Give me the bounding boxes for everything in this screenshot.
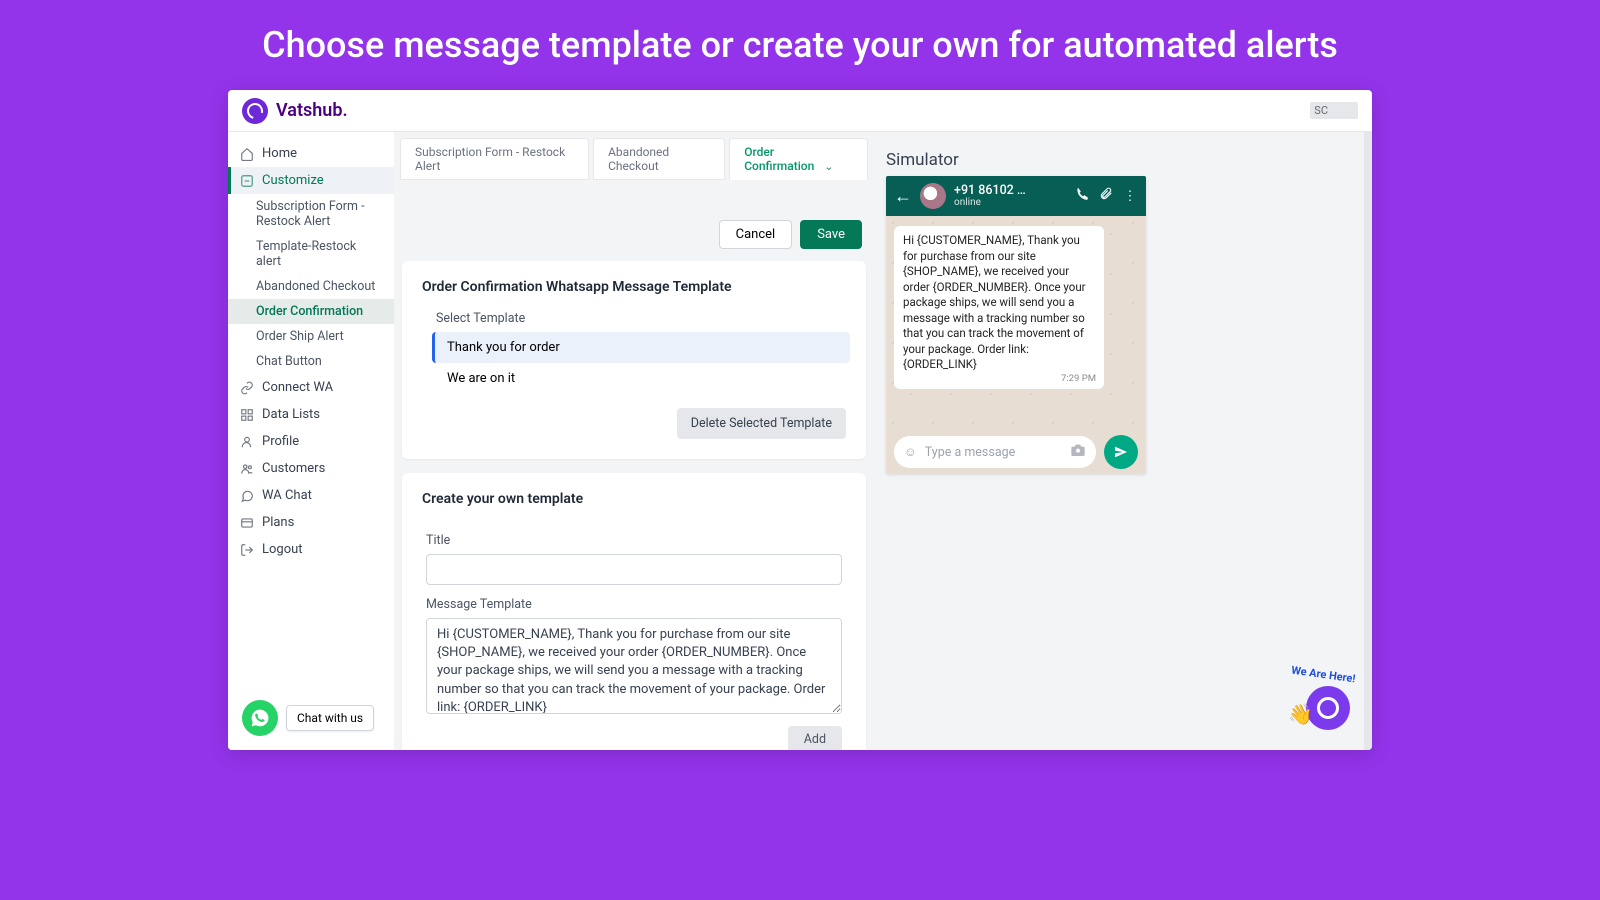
whatsapp-icon — [242, 700, 278, 736]
nav-wachat-label: WA Chat — [262, 488, 312, 503]
nav-wachat[interactable]: WA Chat — [228, 482, 394, 509]
nav-profile[interactable]: Profile — [228, 428, 394, 455]
nav-home-label: Home — [262, 146, 297, 161]
card-icon — [240, 516, 254, 530]
nav-customers-label: Customers — [262, 461, 325, 476]
wa-placeholder: Type a message — [925, 445, 1062, 460]
message-bubble: Hi {CUSTOMER_NAME}, Thank you for purcha… — [894, 226, 1104, 389]
wa-header: ← +91 86102 … online ⋮ — [886, 176, 1146, 216]
title-input[interactable] — [426, 554, 842, 585]
message-field-label: Message Template — [426, 597, 842, 612]
tab-abandoned[interactable]: Abandoned Checkout — [593, 138, 725, 180]
more-icon[interactable]: ⋮ — [1122, 189, 1138, 204]
help-widget[interactable]: 👋 We Are Here! — [1306, 686, 1350, 730]
link-icon — [240, 381, 254, 395]
brand-logo-icon — [242, 98, 268, 124]
logout-icon — [240, 543, 254, 557]
add-template-button[interactable]: Add — [788, 726, 842, 750]
nav-home[interactable]: Home — [228, 140, 394, 167]
camera-icon[interactable] — [1070, 442, 1086, 462]
tab-order-confirmation[interactable]: Order Confirmation — [729, 138, 868, 180]
nav-plans[interactable]: Plans — [228, 509, 394, 536]
whatsapp-preview: ← +91 86102 … online ⋮ — [886, 176, 1146, 474]
wa-text-input[interactable]: ☺ Type a message — [894, 436, 1096, 468]
create-template-card: Create your own template Title Message T… — [402, 473, 866, 750]
user-icon — [240, 435, 254, 449]
nav-sub-order-confirmation[interactable]: Order Confirmation — [228, 299, 394, 324]
template-list: Thank you for order We are on it — [432, 332, 850, 394]
contact-status: online — [954, 197, 1066, 208]
card2-title: Create your own template — [422, 491, 846, 507]
nav-sub-abandoned[interactable]: Abandoned Checkout — [228, 274, 394, 299]
main: Subscription Form - Restock Alert Abando… — [394, 132, 1372, 750]
save-button[interactable]: Save — [800, 220, 862, 249]
brand[interactable]: Vatshub. — [242, 98, 348, 124]
nav-logout[interactable]: Logout — [228, 536, 394, 563]
select-template-card: Order Confirmation Whatsapp Message Temp… — [402, 261, 866, 459]
nav-profile-label: Profile — [262, 434, 299, 449]
contact-avatar — [920, 183, 946, 209]
nav-sub-restock-form[interactable]: Subscription Form - Restock Alert — [228, 194, 394, 234]
nav-sub-chat-button[interactable]: Chat Button — [228, 349, 394, 374]
app-window: Vatshub. SC Home Customize Subscription … — [228, 90, 1372, 750]
users-icon — [240, 462, 254, 476]
customize-icon — [240, 174, 254, 188]
topbar: Vatshub. SC — [228, 90, 1372, 132]
brand-text: Vatshub. — [276, 100, 348, 121]
template-option-2[interactable]: We are on it — [432, 363, 850, 394]
nav-logout-label: Logout — [262, 542, 303, 557]
home-icon — [240, 147, 254, 161]
wave-icon: 👋 — [1288, 702, 1313, 726]
sidebar: Home Customize Subscription Form - Resto… — [228, 132, 394, 750]
chat-pill-label: Chat with us — [286, 705, 374, 731]
wa-body: Hi {CUSTOMER_NAME}, Thank you for purcha… — [886, 216, 1146, 430]
form-actions: Cancel Save — [402, 220, 866, 249]
tab-restock[interactable]: Subscription Form - Restock Alert — [400, 138, 589, 180]
nav-sub-restock-template[interactable]: Template-Restock alert — [228, 234, 394, 274]
simulator-column: Simulator ← +91 86102 … online — [874, 132, 1372, 750]
delete-template-button[interactable]: Delete Selected Template — [677, 408, 846, 439]
wa-input-bar: ☺ Type a message — [886, 430, 1146, 474]
nav-datalists[interactable]: Data Lists — [228, 401, 394, 428]
tabs: Subscription Form - Restock Alert Abando… — [394, 132, 874, 180]
attach-icon[interactable] — [1098, 187, 1114, 205]
select-template-label: Select Template — [436, 311, 846, 326]
nav-customize-label: Customize — [262, 173, 324, 188]
nav-customize[interactable]: Customize — [228, 167, 394, 194]
hero-heading: Choose message template or create your o… — [262, 24, 1338, 66]
simulator-title: Simulator — [886, 150, 1352, 170]
user-badge[interactable]: SC — [1310, 102, 1358, 119]
chat-icon — [240, 489, 254, 503]
cancel-button[interactable]: Cancel — [719, 220, 793, 249]
message-text: Hi {CUSTOMER_NAME}, Thank you for purcha… — [903, 233, 1086, 371]
nav-plans-label: Plans — [262, 515, 294, 530]
card1-title: Order Confirmation Whatsapp Message Temp… — [422, 279, 846, 295]
nav-sub-ship-alert[interactable]: Order Ship Alert — [228, 324, 394, 349]
title-field-label: Title — [426, 533, 842, 548]
grid-icon — [240, 408, 254, 422]
emoji-icon[interactable]: ☺ — [904, 445, 917, 460]
nav-datalists-label: Data Lists — [262, 407, 320, 422]
editor-column: Subscription Form - Restock Alert Abando… — [394, 132, 874, 750]
chat-widget[interactable]: Chat with us — [242, 700, 374, 736]
nav-customers[interactable]: Customers — [228, 455, 394, 482]
contact-number: +91 86102 … — [954, 184, 1066, 198]
contact-info[interactable]: +91 86102 … online — [954, 184, 1066, 209]
template-option-1[interactable]: Thank you for order — [432, 332, 850, 363]
back-icon[interactable]: ← — [894, 186, 912, 207]
call-icon[interactable] — [1074, 187, 1090, 205]
nav-connect-label: Connect WA — [262, 380, 333, 395]
scrollbar[interactable] — [1364, 132, 1372, 750]
nav-connect-wa[interactable]: Connect WA — [228, 374, 394, 401]
message-textarea[interactable] — [426, 618, 842, 714]
editor-scroll[interactable]: Cancel Save Order Confirmation Whatsapp … — [394, 180, 874, 750]
message-time: 7:29 PM — [1061, 373, 1096, 386]
send-button[interactable] — [1104, 435, 1138, 469]
